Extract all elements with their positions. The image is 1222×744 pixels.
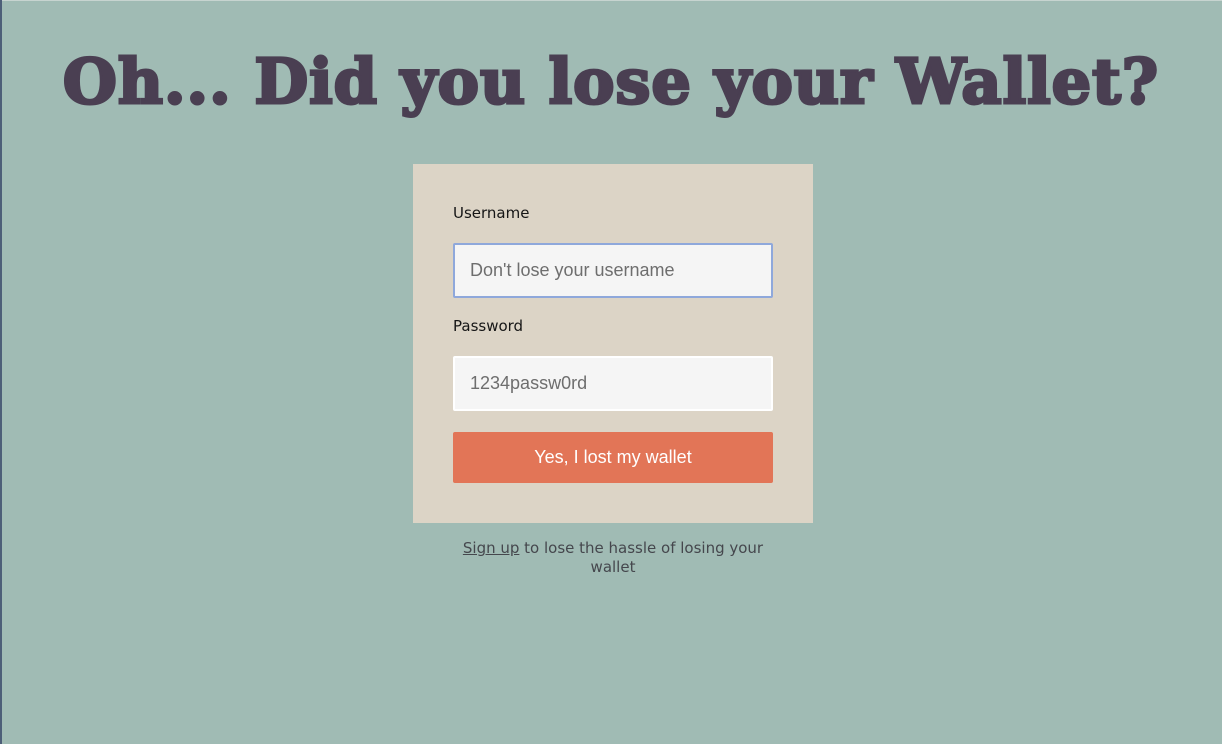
signup-note-text: to lose the hassle of losing your wallet [519, 539, 764, 576]
signup-link[interactable]: Sign up [463, 539, 520, 557]
window-top-edge [0, 0, 1222, 1]
username-label: Username [453, 204, 530, 222]
lost-wallet-form: Username Password Yes, I lost my wallet [413, 164, 813, 523]
password-input[interactable] [453, 356, 773, 411]
password-label: Password [453, 317, 524, 335]
lost-wallet-submit-button[interactable]: Yes, I lost my wallet [453, 432, 773, 483]
signup-note: Sign up to lose the hassle of losing you… [453, 539, 773, 577]
page-title: Oh... Did you lose your Wallet? [61, 44, 1160, 120]
username-input[interactable] [453, 243, 773, 298]
